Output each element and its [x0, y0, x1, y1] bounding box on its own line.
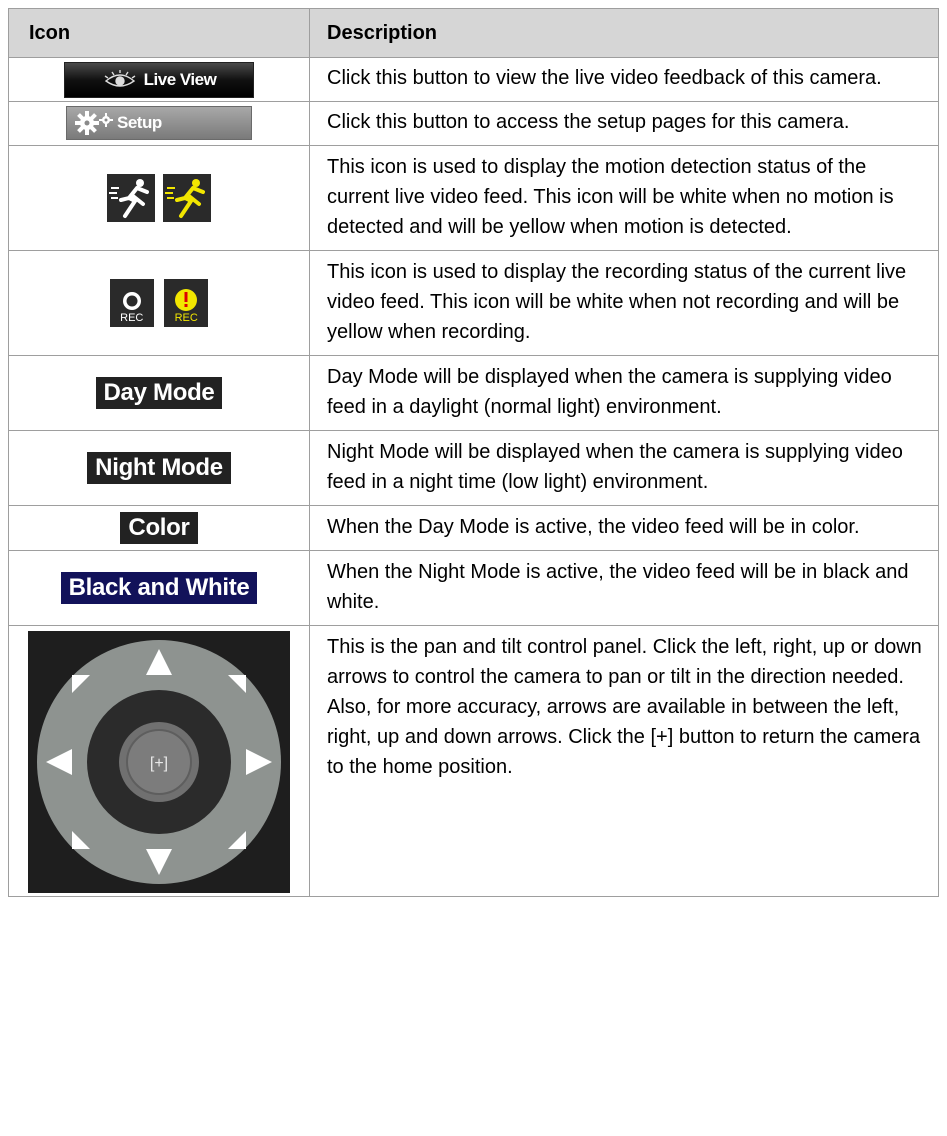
icon-cell [8, 145, 310, 251]
night-mode-label: Night Mode [87, 452, 231, 484]
table-row: [+] This is the pan and tilt control pan… [8, 625, 939, 897]
eye-icon [104, 69, 136, 87]
description-cell: Day Mode will be displayed when the came… [309, 355, 939, 431]
live-view-button[interactable]: Live View [64, 61, 254, 98]
color-mode-label: Color [120, 512, 198, 544]
icon-cell: Night Mode [8, 430, 310, 506]
record-status-idle: REC [109, 279, 154, 327]
setup-button[interactable]: Setup [66, 106, 252, 140]
alert-icon [175, 289, 198, 311]
pan-tilt-control-icon[interactable]: [+] [28, 631, 290, 893]
live-view-label: Live View [143, 69, 217, 89]
black-white-mode-label: Black and White [60, 572, 258, 604]
table-row: REC REC This icon is used to display the… [8, 250, 939, 356]
icon-cell: [+] [8, 625, 310, 897]
rec-label: REC [174, 312, 198, 324]
home-button-label[interactable]: [+] [150, 755, 168, 772]
description-cell: This icon is used to display the recordi… [309, 250, 939, 356]
icon-cell: Setup [8, 101, 310, 146]
description-cell: When the Day Mode is active, the video f… [309, 505, 939, 551]
description-cell: This icon is used to display the motion … [309, 145, 939, 251]
table-row: This icon is used to display the motion … [8, 145, 939, 251]
icon-cell: Color [8, 505, 310, 551]
icon-cell: REC REC [8, 250, 310, 356]
icon-column-header: Icon [8, 8, 310, 58]
running-man-icon [106, 174, 155, 222]
icon-cell: Black and White [8, 550, 310, 626]
record-icon [122, 292, 141, 310]
setup-label: Setup [117, 113, 162, 132]
table-row: Day Mode Day Mode will be displayed when… [8, 355, 939, 431]
description-cell: This is the pan and tilt control panel. … [309, 625, 939, 897]
gear-icon [75, 111, 113, 135]
description-cell: Click this button to access the setup pa… [309, 101, 939, 146]
description-cell: Click this button to view the live video… [309, 57, 939, 102]
description-column-header: Description [309, 8, 939, 58]
table-row: Night Mode Night Mode will be displayed … [8, 430, 939, 506]
icon-description-table: Icon Description Live View Click this bu… [8, 8, 939, 897]
table-row: Setup Click this button to access the se… [8, 101, 939, 146]
rec-label: REC [120, 312, 144, 324]
description-cell: Night Mode will be displayed when the ca… [309, 430, 939, 506]
table-header-row: Icon Description [8, 8, 939, 58]
running-man-active-icon [163, 174, 212, 222]
day-mode-label: Day Mode [95, 377, 223, 409]
icon-cell: Live View [8, 57, 310, 102]
record-status-active: REC [164, 279, 209, 327]
table-row: Color When the Day Mode is active, the v… [8, 505, 939, 551]
icon-cell: Day Mode [8, 355, 310, 431]
description-cell: When the Night Mode is active, the video… [309, 550, 939, 626]
table-row: Live View Click this button to view the … [8, 57, 939, 102]
table-row: Black and White When the Night Mode is a… [8, 550, 939, 626]
